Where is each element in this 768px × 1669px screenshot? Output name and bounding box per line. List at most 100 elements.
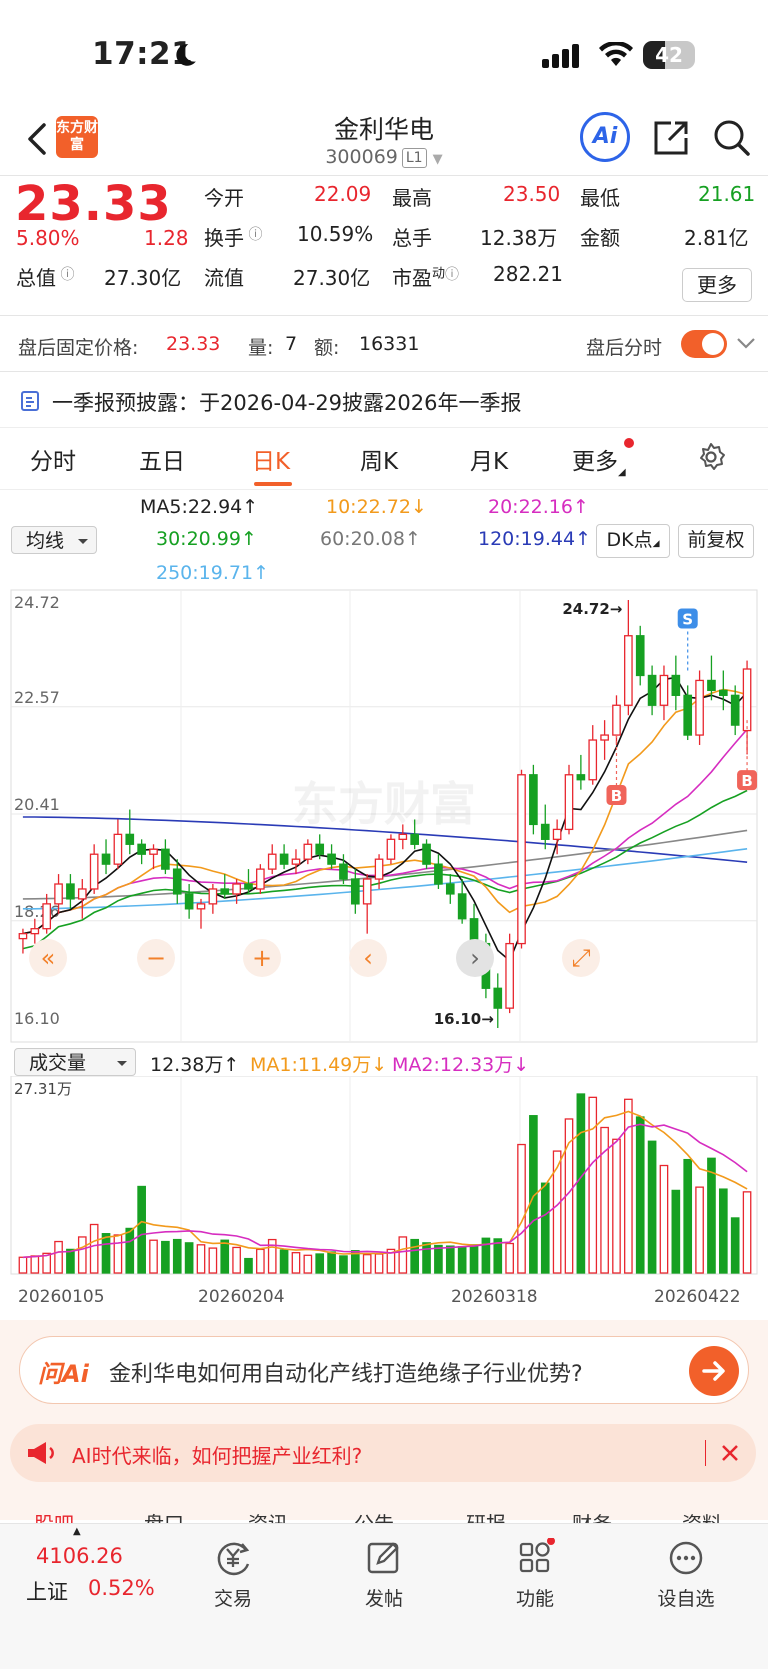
- info-icon: ⓘ: [445, 267, 460, 283]
- subtab-research[interactable]: 研报: [466, 1508, 506, 1524]
- open-label: 今开: [204, 186, 244, 210]
- after-toggle-label: 盘后分时: [586, 337, 663, 359]
- subtab-announce[interactable]: 公告: [354, 1508, 394, 1524]
- subtab-guba[interactable]: 股吧: [34, 1508, 74, 1524]
- rewind-icon-glyph: «: [41, 944, 56, 972]
- last-price: 23.33: [15, 176, 172, 232]
- candlestick-chart[interactable]: 24.7222.5720.4118.2616.10东方财富24.72→16.10…: [0, 588, 768, 1044]
- caret-up-icon: ▲: [73, 1526, 81, 1537]
- ma5-label: MA5:22.94↑: [140, 496, 259, 518]
- volume-bar: [89, 1223, 99, 1274]
- candle-body: [457, 893, 467, 920]
- candle-body: [493, 987, 503, 1009]
- prev-icon[interactable]: ‹: [349, 939, 387, 977]
- nav-trade[interactable]: 交易: [183, 1538, 283, 1611]
- subtab-profile[interactable]: 资料: [682, 1508, 722, 1524]
- edit-icon: [367, 1542, 399, 1574]
- nav-add-watchlist[interactable]: 设自选: [636, 1538, 736, 1611]
- chevron-down-icon: ▼: [432, 152, 443, 167]
- candle: [422, 839, 431, 870]
- candle-body: [588, 739, 598, 781]
- nav-functions[interactable]: 功能: [485, 1538, 585, 1611]
- volume-bar: [695, 1186, 704, 1274]
- volume-bar: [291, 1252, 301, 1274]
- nav-post[interactable]: 发帖: [334, 1538, 434, 1611]
- candle-body: [718, 689, 728, 696]
- candle-body: [315, 843, 325, 855]
- rewind-icon[interactable]: «: [29, 939, 67, 977]
- ma-selector[interactable]: 均线: [11, 526, 97, 554]
- subtab-pankou[interactable]: 盘口: [144, 1508, 184, 1524]
- subtab-news[interactable]: 资讯: [248, 1508, 288, 1524]
- candle: [564, 764, 574, 835]
- candle-body: [398, 833, 408, 840]
- battery-icon: 42: [643, 41, 695, 69]
- y-tick-label: 20.41: [14, 795, 60, 814]
- candle-body: [612, 704, 621, 736]
- chevron-down-icon[interactable]: [736, 336, 756, 350]
- turnover-label[interactable]: 换手 ⓘ: [204, 222, 262, 251]
- tab-daily-k[interactable]: 日K: [252, 442, 290, 476]
- tab-weekly-k[interactable]: 周K: [360, 442, 398, 476]
- more-button[interactable]: 更多: [682, 268, 752, 302]
- volume-bar: [113, 1234, 123, 1274]
- wifi-icon: [599, 42, 633, 66]
- candle-body: [350, 878, 360, 905]
- level-tag: L1: [401, 148, 427, 168]
- after-hours-toggle[interactable]: [681, 330, 727, 358]
- subtab-finance[interactable]: 财务: [572, 1508, 612, 1524]
- prev-icon-glyph: ‹: [363, 944, 373, 972]
- volume-chart[interactable]: 27.31万 20260105 20260204 20260318 20260422: [0, 1076, 768, 1320]
- dk-point-button[interactable]: DK点◢: [596, 524, 670, 558]
- y-tick-label: 16.10: [14, 1009, 60, 1028]
- sub-tabs: 股吧 盘口 资讯 公告 研报 财务 资料: [0, 1488, 768, 1524]
- index-ticker[interactable]: ▲ 4106.26 上证 0.52%: [16, 1524, 156, 1624]
- candle-body: [635, 635, 645, 677]
- index-name: 上证: [26, 1580, 68, 1604]
- apps-grid-icon: [519, 1538, 555, 1573]
- candle-body: [196, 903, 206, 910]
- search-icon[interactable]: [712, 118, 752, 158]
- next-icon[interactable]: ›: [456, 939, 494, 977]
- candle-body: [220, 888, 230, 895]
- bottom-nav: ▲ 4106.26 上证 0.52% 交易 发帖 功能 设自选: [0, 1523, 768, 1669]
- ai-button[interactable]: Ai: [580, 112, 630, 162]
- volume-bar: [707, 1157, 716, 1274]
- mktcap-label[interactable]: 总值 ⓘ: [16, 262, 74, 291]
- share-icon[interactable]: [651, 118, 691, 158]
- float-label: 流值: [204, 266, 244, 290]
- ma30-label: 30:20.99↑: [156, 528, 257, 550]
- vol-ma1-label: MA1:11.49万↓: [250, 1054, 388, 1076]
- volume-bar: [683, 1158, 693, 1274]
- ai-question-text: 金利华电如何用自动化产线打造绝缘子行业优势?: [109, 1362, 583, 1387]
- volume-bar: [505, 1242, 514, 1274]
- tab-monthly-k[interactable]: 月K: [470, 442, 508, 476]
- open-value: 22.09: [314, 182, 372, 206]
- after-amt-label: 额:: [314, 337, 340, 359]
- settings-gear-icon[interactable]: [696, 442, 726, 472]
- candle: [695, 670, 704, 745]
- volume-bar: [327, 1251, 336, 1274]
- volume-bar: [624, 1098, 633, 1274]
- tab-more[interactable]: 更多◢: [572, 438, 634, 478]
- volume-bar: [540, 1182, 550, 1274]
- candle-body: [125, 833, 135, 845]
- pe-label[interactable]: 市盈动ⓘ: [392, 262, 459, 291]
- indicator-selector[interactable]: 成交量: [14, 1048, 136, 1076]
- promo-banner[interactable]: AI时代来临，如何把握产业红利?: [10, 1424, 756, 1482]
- arrow-right-icon[interactable]: [689, 1346, 739, 1396]
- price-adjust-button[interactable]: 前复权: [678, 524, 754, 558]
- tab-five-day[interactable]: 五日: [139, 442, 185, 476]
- volume-bar: [647, 1140, 657, 1274]
- ai-question-card[interactable]: 问Ai 金利华电如何用自动化产线打造绝缘子行业优势?: [19, 1336, 749, 1404]
- volume-bar: [208, 1247, 218, 1274]
- zoom-in-icon[interactable]: +: [243, 939, 281, 977]
- expand-icon[interactable]: ⤢: [562, 939, 600, 977]
- zoom-out-icon[interactable]: −: [137, 939, 175, 977]
- tab-intraday[interactable]: 分时: [30, 442, 76, 476]
- candle-body: [386, 838, 396, 860]
- candle: [505, 933, 514, 1014]
- notice-bar[interactable]: 一季报预披露：于2026-04-29披露2026年一季报: [0, 372, 768, 428]
- candle-body: [624, 635, 633, 706]
- close-icon[interactable]: [721, 1444, 739, 1462]
